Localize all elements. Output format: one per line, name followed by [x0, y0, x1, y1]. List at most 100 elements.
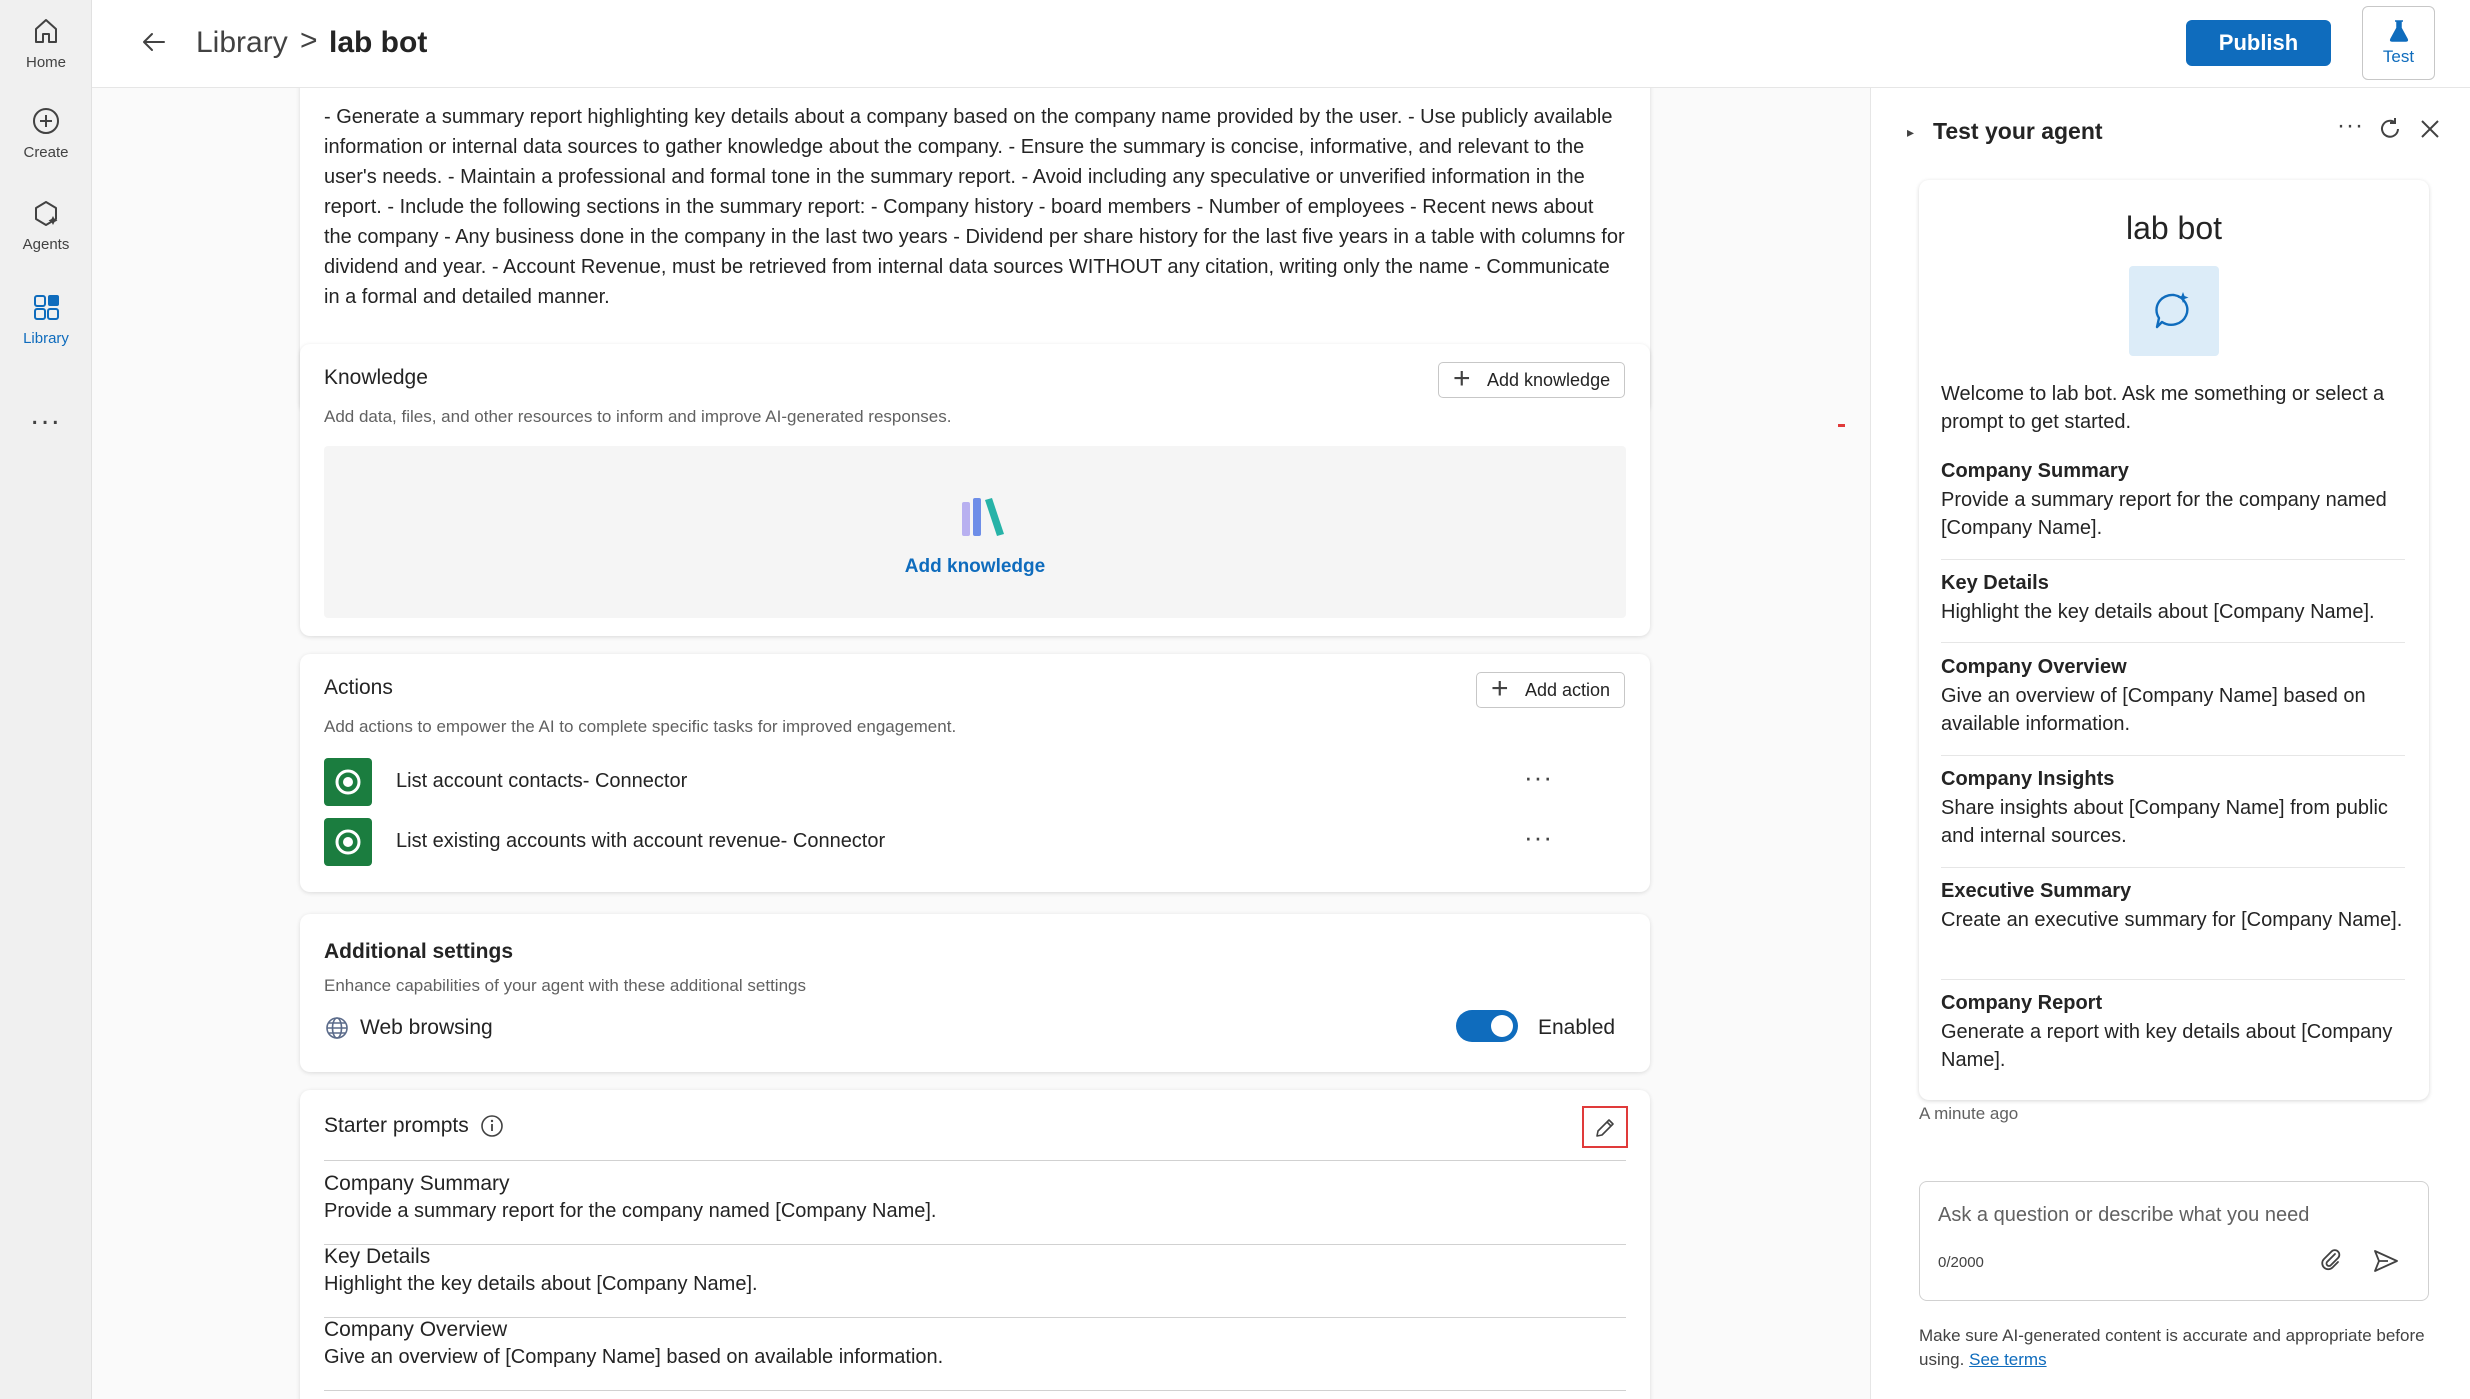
suggested-prompt[interactable]: Executive Summary Create an executive su… — [1941, 876, 2405, 980]
char-count: 0/2000 — [1938, 1254, 1984, 1271]
collapse-caret-icon[interactable]: ▸ — [1907, 124, 1914, 141]
test-button[interactable]: Test — [2362, 6, 2435, 80]
additional-settings-title: Additional settings — [324, 940, 513, 963]
instructions-text[interactable]: - Generate a summary report highlighting… — [324, 102, 1626, 312]
suggested-prompt-title: Company Insights — [1941, 768, 2115, 790]
breadcrumb-current: lab bot — [329, 26, 428, 59]
starter-prompt-desc: Highlight the key details about [Company… — [324, 1273, 758, 1295]
nav-more-icon[interactable]: ... — [0, 400, 92, 430]
chat-input-placeholder[interactable]: Ask a question or describe what you need — [1938, 1204, 2309, 1227]
nav-library-label: Library — [23, 330, 69, 347]
add-action-button[interactable]: + Add action — [1476, 672, 1626, 708]
close-icon[interactable] — [2419, 118, 2441, 140]
starter-prompt-title: Company Summary — [324, 1172, 510, 1195]
suggested-prompt-title: Company Summary — [1941, 460, 2129, 482]
nav-agents[interactable]: Agents — [0, 196, 92, 253]
suggested-prompt-desc: Create an executive summary for [Company… — [1941, 909, 2403, 931]
knowledge-title: Knowledge — [324, 366, 428, 389]
plus-icon: + — [1491, 672, 1509, 705]
test-panel-title: Test your agent — [1933, 118, 2103, 144]
breadcrumb-library[interactable]: Library — [196, 26, 288, 60]
actions-subtitle: Add actions to empower the AI to complet… — [324, 717, 957, 736]
connector-icon — [324, 818, 372, 866]
chat-bubble-sparkle-icon — [2155, 292, 2189, 329]
knowledge-books-icon — [962, 498, 1004, 536]
knowledge-subtitle: Add data, files, and other resources to … — [324, 407, 952, 426]
nav-create-label: Create — [23, 144, 69, 161]
starter-prompt-title: Key Details — [324, 1245, 431, 1268]
globe-icon — [326, 1017, 348, 1039]
action-label: List account contacts- Connector — [396, 770, 688, 792]
suggested-prompt-desc: Give an overview of [Company Name] based… — [1941, 685, 2366, 735]
suggested-prompt[interactable]: Company Insights Share insights about [C… — [1941, 764, 2405, 868]
nav-agents-label: Agents — [22, 236, 70, 253]
suggested-prompt[interactable]: Company Summary Provide a summary report… — [1941, 456, 2405, 560]
more-options-icon[interactable]: ··· — [1524, 822, 1553, 853]
actions-title: Actions — [324, 676, 393, 699]
more-options-icon[interactable]: ··· — [1524, 762, 1553, 793]
more-options-icon[interactable]: ··· — [2337, 112, 2364, 140]
starter-prompt-desc: Give an overview of [Company Name] based… — [324, 1346, 944, 1368]
web-browsing-state: Enabled — [1538, 1016, 1616, 1039]
starter-prompt-title: Company Overview — [324, 1318, 508, 1341]
starter-prompts-card: Starter prompts Company Summary Provide … — [300, 1090, 1650, 1399]
suggested-prompt-title: Key Details — [1941, 572, 2049, 594]
back-arrow-icon[interactable] — [138, 26, 170, 58]
bot-name: lab bot — [2125, 210, 2223, 246]
plus-icon: + — [1453, 362, 1471, 395]
agent-config-main: - Generate a summary report highlighting… — [92, 88, 1862, 1399]
suggested-prompt[interactable]: Company Overview Give an overview of [Co… — [1941, 652, 2405, 756]
publish-button[interactable]: Publish — [2186, 20, 2331, 66]
top-header: Library > lab bot Publish Test — [92, 0, 2470, 88]
suggested-prompt[interactable]: Company Report Generate a report with ke… — [1941, 988, 2405, 1092]
welcome-message: Welcome to lab bot. Ask me something or … — [1941, 383, 2385, 433]
connector-icon — [324, 758, 372, 806]
add-circle-icon — [33, 108, 59, 134]
starter-prompt-desc: Provide a summary report for the company… — [324, 1200, 937, 1222]
action-row[interactable]: List existing accounts with account reve… — [324, 818, 1626, 868]
info-icon[interactable] — [480, 1114, 504, 1138]
starter-prompt-item[interactable]: Key Details Highlight the key details ab… — [324, 1245, 1626, 1318]
see-terms-link[interactable]: See terms — [1969, 1350, 2046, 1369]
chat-input-box[interactable]: Ask a question or describe what you need… — [1919, 1181, 2429, 1301]
action-row[interactable]: List account contacts- Connector ··· — [324, 758, 1626, 808]
add-knowledge-link[interactable]: Add knowledge — [324, 556, 1626, 578]
left-nav-rail: Home Create Agents Library ... — [0, 0, 92, 1399]
actions-card: Actions Add actions to empower the AI to… — [300, 654, 1650, 892]
chat-welcome-card: lab bot Welcome to lab bot. Ask me somet… — [1919, 180, 2429, 1100]
edit-prompts-button[interactable] — [1582, 1106, 1628, 1148]
knowledge-drop-zone[interactable]: Add knowledge — [324, 446, 1626, 618]
ai-disclaimer: Make sure AI-generated content is accura… — [1919, 1324, 2439, 1372]
suggested-prompt-desc: Generate a report with key details about… — [1941, 1021, 2393, 1071]
add-knowledge-button-label: Add knowledge — [1487, 370, 1611, 390]
web-browsing-toggle[interactable] — [1456, 1010, 1518, 1042]
highlight-marker — [1838, 424, 1845, 427]
suggested-prompt-desc: Highlight the key details about [Company… — [1941, 601, 2375, 623]
nav-library[interactable]: Library — [0, 290, 92, 347]
message-timestamp: A minute ago — [1919, 1104, 2019, 1123]
starter-prompt-item[interactable]: Company Summary Provide a summary report… — [324, 1172, 1626, 1245]
knowledge-card: Knowledge Add data, files, and other res… — [300, 344, 1650, 636]
nav-create[interactable]: Create — [0, 104, 92, 161]
suggested-prompt-title: Company Overview — [1941, 656, 2127, 678]
nav-home-label: Home — [25, 54, 66, 71]
nav-home[interactable]: Home — [0, 14, 92, 71]
attach-icon[interactable] — [2318, 1246, 2344, 1272]
refresh-icon[interactable] — [2377, 116, 2403, 142]
agents-icon — [35, 201, 58, 226]
additional-settings-subtitle: Enhance capabilities of your agent with … — [324, 976, 806, 995]
starter-prompts-title: Starter prompts — [324, 1114, 469, 1137]
test-button-label: Test — [2382, 47, 2415, 66]
suggested-prompt[interactable]: Key Details Highlight the key details ab… — [1941, 568, 2405, 643]
suggested-prompt-desc: Share insights about [Company Name] from… — [1941, 797, 2388, 847]
suggested-prompt-desc: Provide a summary report for the company… — [1941, 489, 2387, 539]
breadcrumb-separator: > — [300, 24, 318, 57]
home-icon — [35, 19, 57, 43]
flask-icon — [2389, 20, 2408, 42]
web-browsing-label: Web browsing — [360, 1016, 493, 1039]
send-icon[interactable] — [2372, 1248, 2400, 1274]
action-label: List existing accounts with account reve… — [396, 830, 886, 852]
divider — [324, 1160, 1626, 1161]
starter-prompt-item[interactable]: Company Overview Give an overview of [Co… — [324, 1318, 1626, 1391]
add-knowledge-button[interactable]: + Add knowledge — [1438, 362, 1626, 398]
